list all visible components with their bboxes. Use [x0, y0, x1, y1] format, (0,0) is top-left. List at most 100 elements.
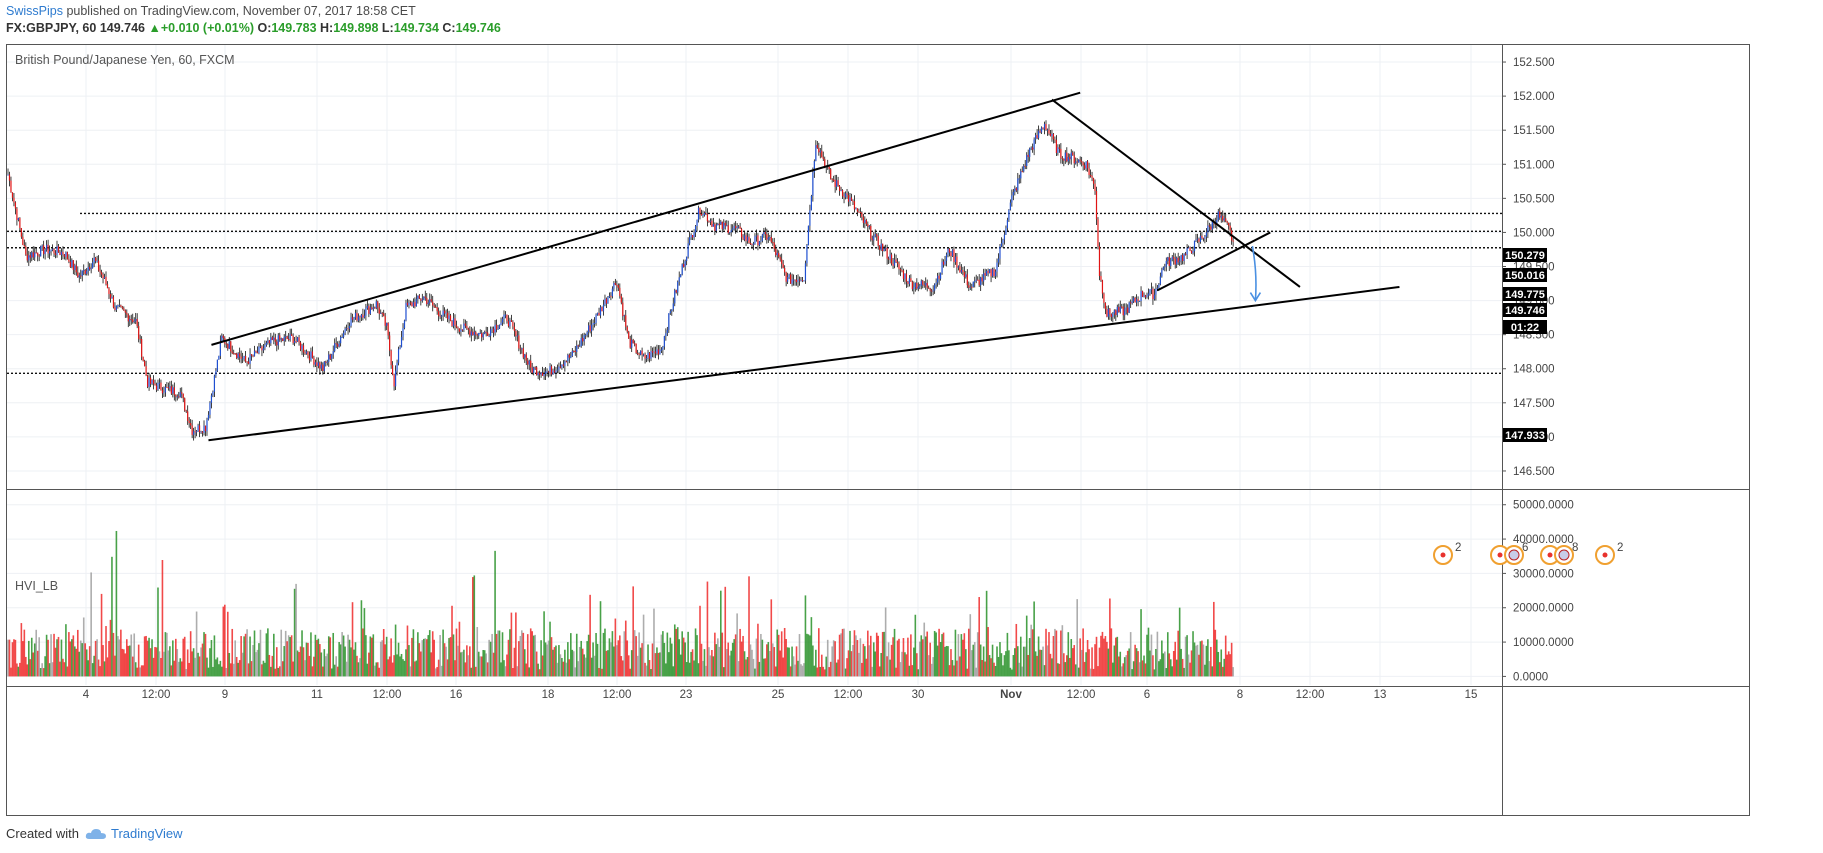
candle-body [751, 243, 753, 245]
candle-body [69, 261, 71, 267]
volume-bar [918, 641, 921, 677]
volume-bar [525, 663, 528, 677]
candle-body [648, 352, 651, 359]
volume-bar [454, 660, 456, 677]
candle-body [286, 336, 288, 340]
volume-bar [841, 628, 844, 677]
candle-body [604, 298, 606, 305]
volume-bar [910, 634, 912, 677]
volume-bar [170, 665, 173, 677]
volume-bar [696, 635, 698, 677]
volume-bar [806, 633, 808, 677]
candle-body [374, 307, 376, 309]
candle-body [1167, 257, 1169, 262]
volume-bar [890, 644, 893, 677]
candle-body [497, 328, 499, 330]
volume-bar [748, 576, 750, 677]
candle-body [348, 325, 351, 329]
volume-bar [534, 634, 536, 677]
volume-bar [1180, 648, 1182, 677]
volume-bar [1141, 660, 1144, 677]
candle-body [831, 178, 833, 180]
candle-body [1042, 127, 1044, 129]
candle-body [1171, 256, 1173, 260]
candle-body [261, 346, 263, 351]
volume-bar [11, 642, 14, 677]
candle-body [271, 337, 273, 340]
candle-body [1054, 139, 1056, 141]
volume-bar [71, 639, 73, 677]
candle-body [564, 361, 566, 366]
volume-bar [347, 634, 349, 677]
candle-body [592, 323, 594, 325]
volume-bar [197, 652, 199, 677]
candle-body [971, 286, 973, 288]
candle-body [206, 419, 208, 432]
volume-bar [10, 667, 12, 677]
volume-bar [641, 643, 643, 677]
volume-bar [678, 639, 681, 677]
candle-body [341, 336, 343, 338]
volume-bar [1067, 632, 1070, 677]
candle-body [305, 351, 308, 354]
volume-bar [1230, 642, 1233, 677]
volume-bar [755, 638, 758, 677]
candle-body [146, 375, 149, 387]
volume-bar [1030, 624, 1032, 677]
candle-body [699, 207, 701, 214]
candle-body [1176, 257, 1178, 265]
candle-body [795, 279, 798, 283]
volume-bar [469, 646, 471, 677]
candle-body [1133, 297, 1135, 302]
candle-body [1092, 178, 1095, 184]
volume-bar [50, 634, 52, 677]
volume-bar [295, 583, 297, 677]
candle-body [32, 252, 34, 258]
volume-tick-label: 20000.0000 [1513, 603, 1574, 615]
candle-body [169, 386, 171, 389]
candle-body [681, 264, 683, 275]
volume-bar [409, 666, 412, 677]
candle-body [527, 360, 529, 365]
volume-bar [501, 632, 504, 677]
candle-body [484, 331, 486, 334]
volume-bar [177, 661, 180, 677]
candle-body [16, 208, 18, 220]
event-dot-icon [1547, 552, 1553, 558]
volume-bar [531, 631, 534, 677]
candle-body [525, 354, 527, 361]
volume-bar [752, 658, 755, 677]
candle-body [528, 360, 530, 365]
volume-bar [565, 662, 568, 677]
volume-bar [8, 639, 11, 677]
volume-bar [62, 658, 64, 677]
candle-body [595, 314, 597, 323]
volume-bar [552, 649, 554, 677]
volume-bar [529, 628, 532, 677]
volume-bar [198, 656, 201, 677]
candle-body [809, 210, 811, 226]
volume-bar [930, 663, 933, 677]
volume-bar [699, 605, 701, 677]
candle-body [204, 425, 207, 432]
candle-body [233, 353, 235, 355]
y-tick-label: 148.000 [1513, 364, 1555, 376]
candle-body [616, 284, 618, 286]
volume-bar [523, 649, 526, 677]
volume-bar [1085, 652, 1087, 677]
volume-bar [1100, 635, 1102, 677]
chart-canvas[interactable]: 4 12:00 9 11 12:00 16 18 12:00 23 25 12:00 30 Nov 12:… [0, 0, 1823, 853]
tradingview-logo[interactable]: TradingView [85, 826, 183, 841]
volume-bar [287, 635, 290, 677]
candle-body [727, 225, 729, 234]
volume-bar [1152, 655, 1154, 677]
candle-body [130, 319, 132, 321]
candle-body [1173, 256, 1175, 259]
volume-bar [351, 602, 354, 677]
candle-body [191, 425, 193, 435]
tradingview-brand[interactable]: TradingView [111, 826, 183, 841]
volume-bar [316, 640, 318, 677]
volume-bar [1088, 649, 1090, 677]
candle-body [329, 354, 331, 359]
candle-body [457, 327, 459, 329]
